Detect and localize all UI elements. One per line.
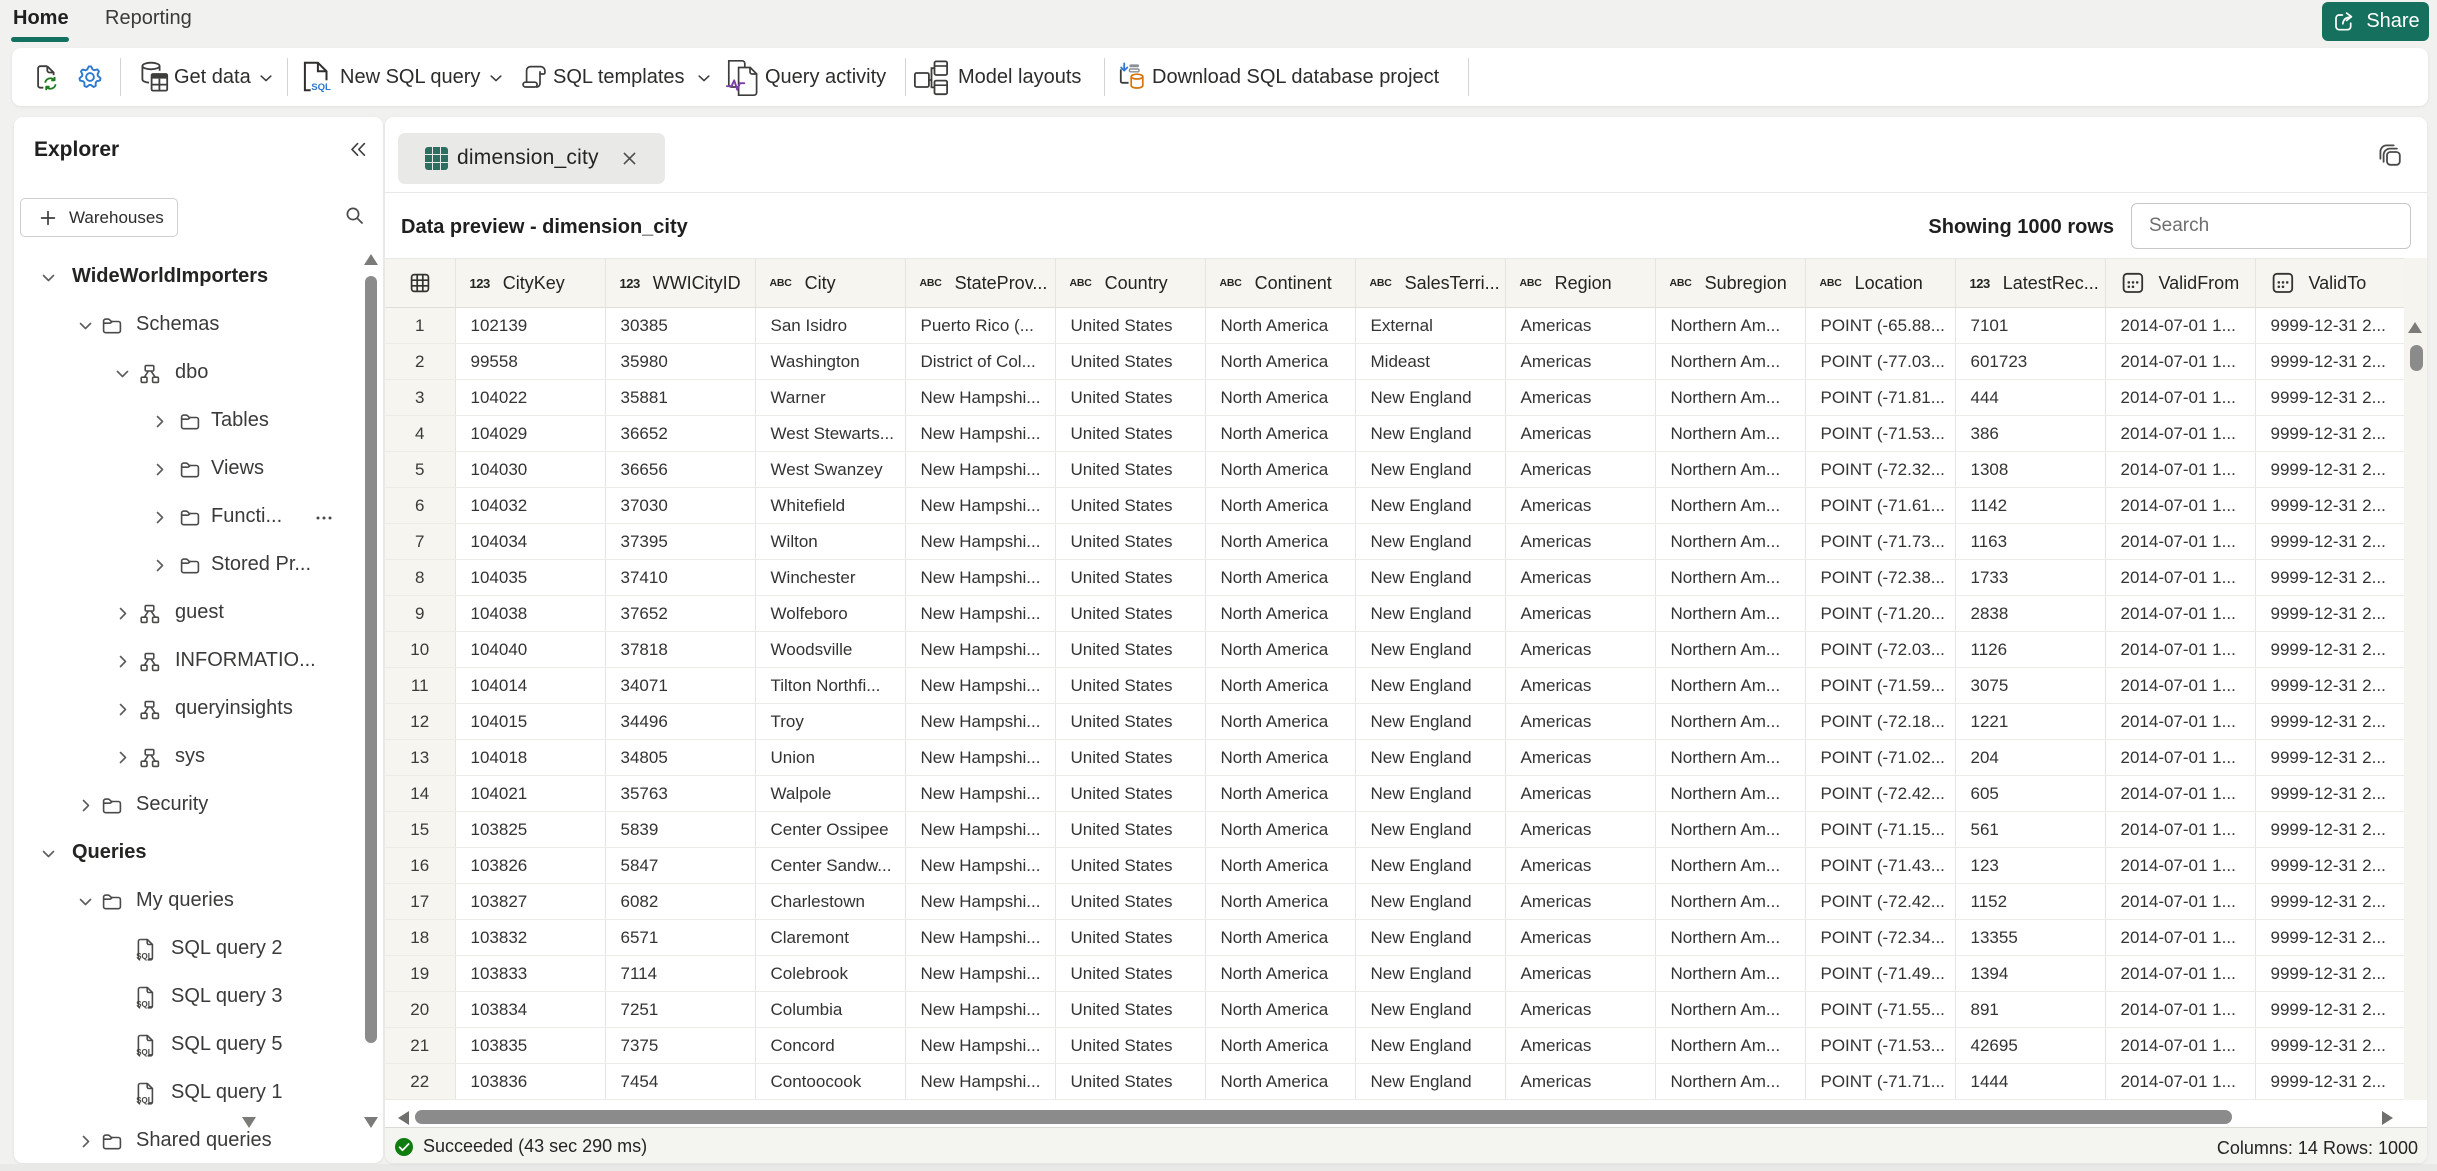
- svg-text:SQL: SQL: [136, 1096, 153, 1105]
- svg-text:SQL: SQL: [311, 82, 331, 92]
- svg-text:SQL: SQL: [136, 1000, 153, 1009]
- svg-text:SQL: SQL: [136, 952, 153, 961]
- svg-text:SQL: SQL: [136, 1048, 153, 1057]
